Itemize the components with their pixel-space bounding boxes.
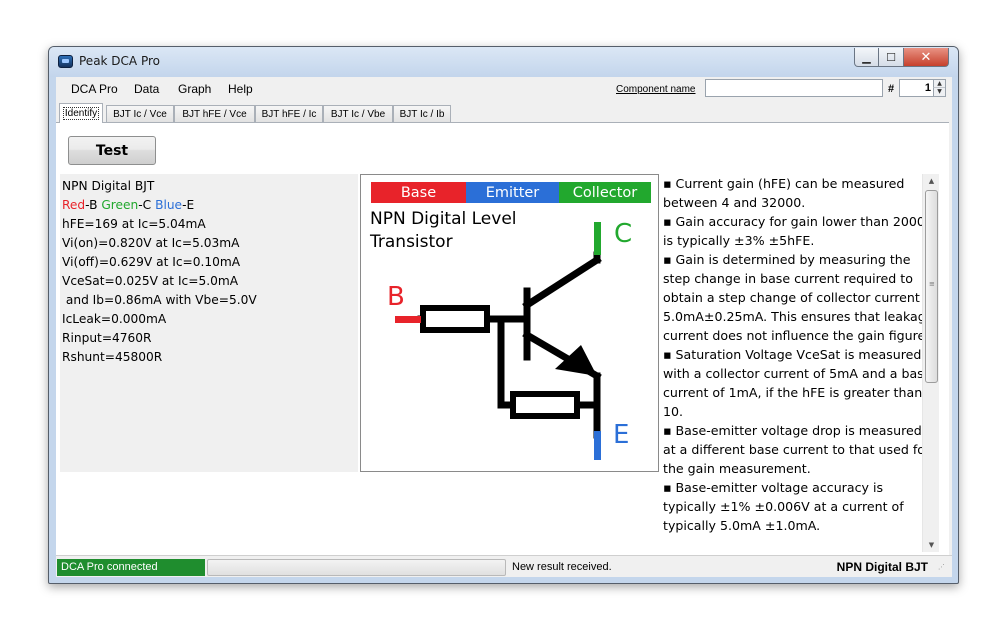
menu-data[interactable]: Data [134, 82, 159, 96]
result-vcesat: VceSat=0.025V at Ic=5.0mA [62, 274, 239, 288]
pin-color-blue: Blue [155, 198, 183, 212]
status-message: New result received. [512, 561, 612, 573]
menu-dca-pro[interactable]: DCA Pro [71, 82, 118, 96]
tab-label: BJT Ic / Vce [113, 108, 167, 120]
pin-b: -B [85, 198, 98, 212]
grip-icon: ≡ [929, 280, 935, 288]
tab-bjt-ic-vbe[interactable]: BJT Ic / Vbe [323, 105, 393, 122]
info-paragraph: ▪ Base-emitter voltage accuracy is typic… [663, 480, 904, 533]
base-lead [395, 316, 421, 323]
component-number-spinner[interactable]: 1 ▲ ▼ [899, 79, 946, 97]
results-panel: NPN Digital BJT Red-B Green-C Blue-E hFE… [60, 174, 358, 472]
minimize-button[interactable]: ▁ [854, 48, 879, 67]
collector-lead [594, 222, 601, 255]
window-title: Peak DCA Pro [79, 54, 160, 68]
tab-label: BJT Ic / Ib [399, 108, 445, 120]
result-icleak: IcLeak=0.000mA [62, 312, 167, 326]
tab-label: Identify [62, 107, 100, 120]
spin-up-icon[interactable]: ▲ [933, 80, 945, 88]
info-paragraph: ▪ Base-emitter voltage drop is measured … [663, 423, 931, 476]
app-icon [58, 55, 73, 68]
label-c: C [614, 219, 632, 249]
tab-label: BJT Ic / Vbe [330, 108, 386, 120]
pin-c: -C [138, 198, 152, 212]
component-number-value: 1 [924, 82, 931, 94]
result-hfe: hFE=169 at Ic=5.04mA [62, 217, 206, 231]
menu-bar: DCA Pro Data Graph Help Component name #… [56, 77, 952, 101]
tab-bjt-hfe-vce[interactable]: BJT hFE / Vce [174, 105, 255, 122]
tab-identify[interactable]: Identify [59, 103, 103, 123]
progress-bar [207, 559, 506, 576]
result-ib-vbe: and Ib=0.86mA with Vbe=5.0V [62, 293, 257, 307]
connection-status: DCA Pro connected [57, 559, 205, 576]
maximize-button[interactable]: ☐ [879, 48, 904, 67]
resize-grip-icon[interactable]: ⋰ [938, 564, 948, 575]
close-button[interactable]: ✕ [904, 48, 949, 67]
npn-digital-transistor-symbol: B C E [387, 219, 632, 460]
info-text-panel[interactable]: ▪ Current gain (hFE) can be measured bet… [661, 174, 938, 552]
client-area: DCA Pro Data Graph Help Component name #… [56, 77, 952, 577]
label-e: E [613, 420, 629, 450]
tab-bjt-ic-ib[interactable]: BJT Ic / Ib [393, 105, 451, 122]
component-name-input[interactable] [705, 79, 883, 97]
scroll-up-icon[interactable]: ▲ [923, 174, 940, 188]
maximize-icon: ☐ [886, 50, 896, 64]
pin-color-red: Red [62, 198, 86, 212]
result-vi-on: Vi(on)=0.820V at Ic=5.03mA [62, 236, 240, 250]
tab-bjt-hfe-ic[interactable]: BJT hFE / Ic [255, 105, 323, 122]
info-paragraph: ▪ Current gain (hFE) can be measured bet… [663, 176, 905, 210]
tab-bjt-ic-vce[interactable]: BJT Ic / Vce [106, 105, 174, 122]
status-device-type: NPN Digital BJT [836, 560, 928, 574]
minimize-icon: ▁ [862, 50, 871, 64]
scroll-down-icon[interactable]: ▼ [923, 538, 940, 552]
pin-e: -E [182, 198, 195, 212]
app-window: Peak DCA Pro ▁ ☐ ✕ DCA Pro Data Graph He… [48, 46, 959, 584]
pin-color-green: Green [101, 198, 139, 212]
info-scrollbar[interactable]: ▲ ≡ ▼ [922, 174, 939, 552]
identify-page: Test NPN Digital BJT Red-B Green-C Blue-… [56, 122, 949, 555]
result-device-type: NPN Digital BJT [62, 179, 155, 193]
transistor-diagram: Base Emitter Collector NPN Digital Level… [360, 174, 659, 472]
emitter-lead [594, 431, 601, 460]
label-b: B [387, 282, 405, 312]
result-rinput: Rinput=4760R [62, 331, 152, 345]
test-button[interactable]: Test [68, 136, 156, 165]
info-paragraph: ▪ Saturation Voltage VceSat is measured,… [663, 347, 932, 419]
tab-label: BJT hFE / Vce [182, 108, 247, 120]
result-rshunt: Rshunt=45800R [62, 350, 163, 364]
info-paragraph: ▪ Gain is determined by measuring the st… [663, 252, 936, 343]
close-icon: ✕ [920, 49, 932, 65]
title-bar[interactable]: Peak DCA Pro ▁ ☐ ✕ [49, 47, 958, 77]
component-name-label[interactable]: Component name [616, 84, 696, 95]
number-label: # [888, 83, 895, 95]
menu-help[interactable]: Help [228, 82, 253, 96]
menu-graph[interactable]: Graph [178, 82, 211, 96]
scroll-thumb[interactable]: ≡ [925, 190, 938, 383]
status-bar: DCA Pro connected New result received. N… [56, 555, 952, 577]
result-vi-off: Vi(off)=0.629V at Ic=0.10mA [62, 255, 241, 269]
spin-down-icon[interactable]: ▼ [933, 88, 945, 96]
tab-label: BJT hFE / Ic [261, 108, 317, 120]
result-pinout: Red-B Green-C Blue-E [62, 196, 356, 215]
info-paragraph: ▪ Gain accuracy for gain lower than 2000… [663, 214, 925, 248]
